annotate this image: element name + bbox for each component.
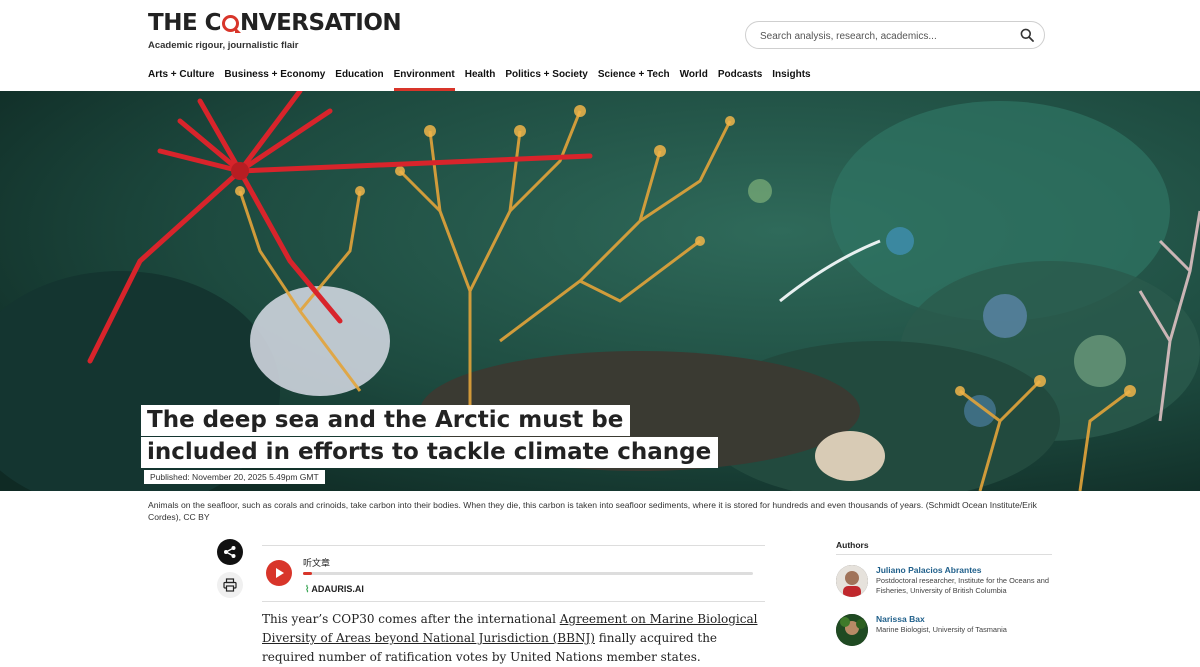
author-card[interactable]: Narissa Bax Marine Biologist, University… (836, 614, 1056, 654)
nav-item-podcasts[interactable]: Podcasts (718, 69, 762, 91)
headline-line-1: The deep sea and the Arctic must be (141, 405, 631, 436)
share-icon (224, 546, 236, 558)
search-box (745, 21, 1045, 49)
nav-item-world[interactable]: World (680, 69, 708, 91)
player-title: 听文章 (303, 558, 331, 568)
image-caption: Animals on the seafloor, such as corals … (148, 500, 1037, 522)
site-tagline: Academic rigour, journalistic flair (148, 40, 299, 51)
nav-item-business-economy[interactable]: Business + Economy (224, 69, 325, 91)
player-brand-label: ADAURIS.AI (311, 584, 364, 594)
avatar[interactable] (836, 565, 868, 597)
search-icon[interactable] (1020, 28, 1034, 42)
print-button[interactable] (217, 572, 243, 598)
nav-item-environment[interactable]: Environment (393, 69, 455, 91)
audio-wave-icon: ⌇ (305, 584, 310, 594)
site-header: THE C NVERSATION Academic rigour, journal… (0, 0, 1200, 91)
authors-heading: Authors (836, 540, 869, 550)
printer-icon (223, 578, 237, 592)
player-brand[interactable]: ⌇ ADAURIS.AI (305, 584, 364, 595)
nav-item-insights[interactable]: Insights (772, 69, 810, 91)
body-text-start: This year’s COP30 comes after the intern… (262, 612, 560, 626)
search-input[interactable] (758, 27, 1012, 45)
nav-item-science-tech[interactable]: Science + Tech (598, 69, 670, 91)
logo-text-start: THE C (148, 10, 222, 36)
author-role: Postdoctoral researcher, Institute for t… (876, 576, 1049, 595)
play-icon (276, 568, 284, 578)
nav-item-politics-society[interactable]: Politics + Society (505, 69, 588, 91)
nav-item-education[interactable]: Education (335, 69, 383, 91)
avatar[interactable] (836, 614, 868, 646)
author-name[interactable]: Narissa Bax (876, 614, 925, 624)
author-name[interactable]: Juliano Palacios Abrantes (876, 565, 982, 575)
player-progress-fill (303, 572, 312, 575)
main-nav: Arts + Culture Business + Economy Educat… (148, 69, 821, 91)
nav-item-health[interactable]: Health (465, 69, 496, 91)
audio-player: 听文章 ⌇ ADAURIS.AI (262, 545, 765, 602)
article-body-paragraph: This year’s COP30 comes after the intern… (262, 610, 772, 667)
speech-bubble-logo-icon (222, 15, 242, 33)
headline-line-2: included in efforts to tackle climate ch… (141, 437, 719, 468)
authors-divider (836, 554, 1052, 555)
nav-item-arts-culture[interactable]: Arts + Culture (148, 69, 214, 91)
share-button[interactable] (217, 539, 243, 565)
play-button[interactable] (266, 560, 292, 586)
site-logo[interactable]: THE C NVERSATION (148, 10, 402, 36)
author-card[interactable]: Juliano Palacios Abrantes Postdoctoral r… (836, 565, 1056, 605)
author-role: Marine Biologist, University of Tasmania (876, 625, 1007, 634)
player-progress-bar[interactable] (303, 572, 753, 575)
logo-text-end: NVERSATION (240, 10, 402, 36)
article-headline: The deep sea and the Arctic must be incl… (141, 405, 719, 468)
published-date: Published: November 20, 2025 5.49pm GMT (144, 470, 325, 484)
